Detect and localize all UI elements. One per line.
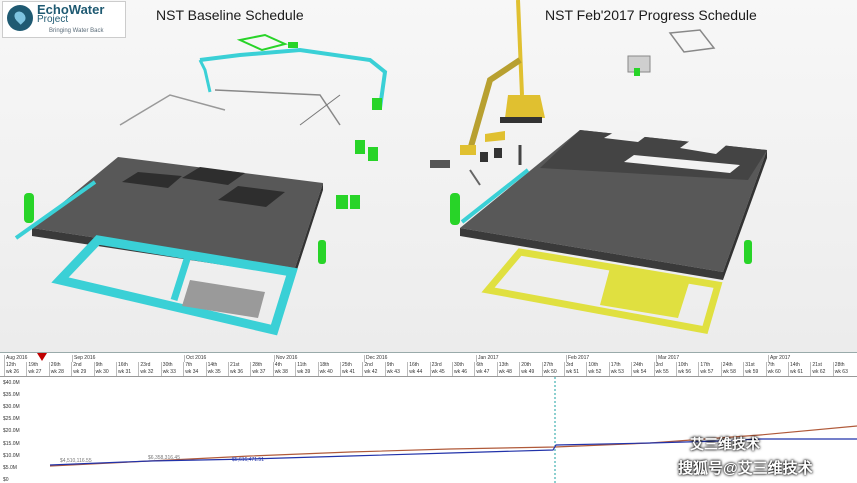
cost-value-label: $5,616,471.51	[232, 457, 264, 463]
watermark-line1: 艾三维技术	[690, 436, 760, 452]
green-pipe	[24, 193, 34, 223]
3d-viewport[interactable]: EchoWater Project Bringing Water Back NS…	[0, 0, 857, 352]
current-date-marker-icon	[37, 353, 47, 361]
cost-value-label: $6,358,316.45	[148, 455, 180, 461]
cost-value-label: $4,510,116.55	[60, 458, 92, 464]
crane-mast	[516, 0, 524, 96]
cost-gantt-panel[interactable]: Aug 2016 Sep 2016 Oct 2016 Nov 2016 Dec 2016…	[0, 352, 857, 483]
model-scene	[14, 0, 767, 336]
watermark-line2: 搜狐号@艾三维技术	[678, 460, 813, 477]
